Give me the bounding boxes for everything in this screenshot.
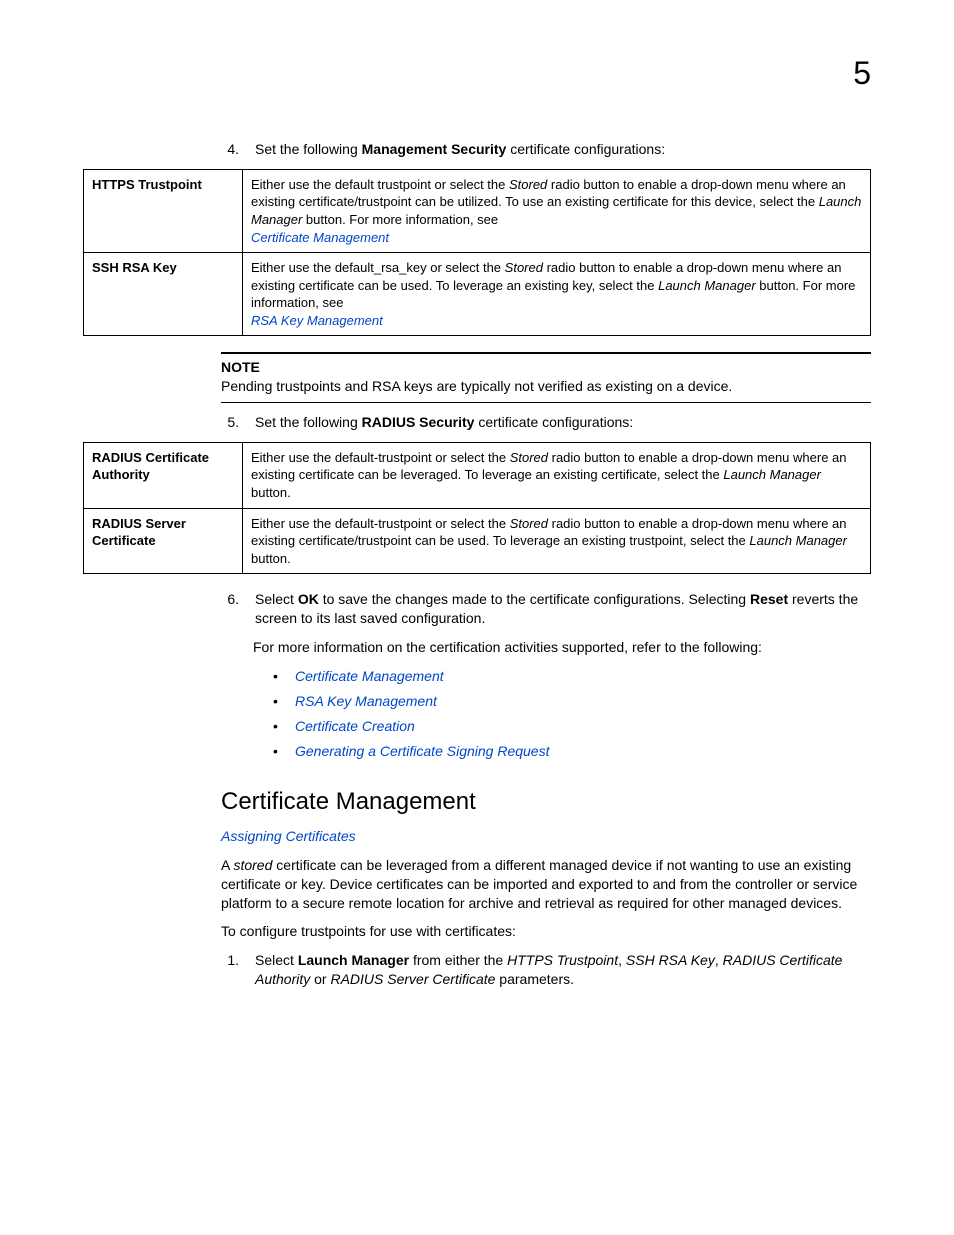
bold-text: OK [298,591,319,607]
italic-text: SSH RSA Key [626,952,715,968]
italic-text: HTTPS Trustpoint [507,952,618,968]
table-row: SSH RSA Key Either use the default_rsa_k… [84,253,871,336]
row-label: SSH RSA Key [84,253,243,336]
note-title: NOTE [221,358,871,377]
italic-text: stored [233,857,272,873]
row-desc: Either use the default-trustpoint or sel… [243,442,871,508]
text: certificate configurations: [474,414,633,430]
italic-text: Stored [505,260,543,275]
step-number: 5. [221,413,239,432]
step-text: Set the following RADIUS Security certif… [255,413,633,432]
text: Either use the default-trustpoint or sel… [251,450,510,465]
text: Select [255,952,298,968]
step-text: Select OK to save the changes made to th… [255,590,871,628]
section-heading: Certificate Management [221,786,871,818]
link-assigning-certificates[interactable]: Assigning Certificates [221,828,356,844]
italic-text: RADIUS Server Certificate [330,971,495,987]
step-text: Select Launch Manager from either the HT… [255,951,871,989]
bold-text: RADIUS Security [362,414,475,430]
page: 5 4. Set the following Management Securi… [0,0,954,1235]
link-certificate-creation[interactable]: Certificate Creation [295,718,415,734]
step-number: 1. [221,951,239,989]
list-item: Generating a Certificate Signing Request [273,742,871,761]
text: A [221,857,233,873]
step-cm-1: 1. Select Launch Manager from either the… [221,951,871,989]
step-6: 6. Select OK to save the changes made to… [221,590,871,628]
step-5: 5. Set the following RADIUS Security cer… [221,413,871,432]
text: Either use the default-trustpoint or sel… [251,516,510,531]
italic-text: Launch Manager [723,467,821,482]
text: button. [251,485,291,500]
row-label: RADIUS Server Certificate [84,508,243,574]
breadcrumb-link: Assigning Certificates [221,827,871,846]
italic-text: Stored [510,450,548,465]
text: Either use the default trustpoint or sel… [251,177,509,192]
text: Set the following [255,414,362,430]
step-number: 6. [221,590,239,628]
table-row: HTTPS Trustpoint Either use the default … [84,169,871,252]
note-body: Pending trustpoints and RSA keys are typ… [221,377,871,396]
list-item: Certificate Creation [273,717,871,736]
text: button. For more information, see [302,212,498,227]
text: parameters. [495,971,574,987]
bullet-list: Certificate Management RSA Key Managemen… [273,667,871,761]
chapter-number: 5 [853,52,871,95]
paragraph: A stored certificate can be leveraged fr… [221,856,871,913]
table-row: RADIUS Server Certificate Either use the… [84,508,871,574]
row-desc: Either use the default-trustpoint or sel… [243,508,871,574]
row-label: HTTPS Trustpoint [84,169,243,252]
link-certificate-management[interactable]: Certificate Management [295,668,444,684]
page-content: 4. Set the following Management Security… [83,140,871,989]
text: certificate can be leveraged from a diff… [221,857,857,911]
bold-text: Management Security [362,141,507,157]
text: button. [251,551,291,566]
link-rsa-key-management[interactable]: RSA Key Management [295,693,437,709]
link-certificate-management[interactable]: Certificate Management [251,230,389,245]
radius-security-table: RADIUS Certificate Authority Either use … [83,442,871,574]
step-number: 4. [221,140,239,159]
text: to save the changes made to the certific… [319,591,750,607]
italic-text: Stored [510,516,548,531]
link-rsa-key-management[interactable]: RSA Key Management [251,313,383,328]
bold-text: Launch Manager [298,952,409,968]
row-label: RADIUS Certificate Authority [84,442,243,508]
paragraph: To configure trustpoints for use with ce… [221,922,871,941]
paragraph: For more information on the certificatio… [253,638,871,657]
text: Set the following [255,141,362,157]
text: Either use the default_rsa_key or select… [251,260,505,275]
italic-text: Launch Manager [658,278,756,293]
row-desc: Either use the default_rsa_key or select… [243,253,871,336]
italic-text: Launch Manager [749,533,847,548]
italic-text: Stored [509,177,547,192]
text: , [618,952,626,968]
text: from either the [409,952,507,968]
text: Select [255,591,298,607]
text: certificate configurations: [506,141,665,157]
list-item: Certificate Management [273,667,871,686]
row-desc: Either use the default trustpoint or sel… [243,169,871,252]
bold-text: Reset [750,591,788,607]
table-row: RADIUS Certificate Authority Either use … [84,442,871,508]
management-security-table: HTTPS Trustpoint Either use the default … [83,169,871,336]
note: NOTE Pending trustpoints and RSA keys ar… [221,352,871,403]
step-text: Set the following Management Security ce… [255,140,665,159]
step-4: 4. Set the following Management Security… [221,140,871,159]
link-generating-csr[interactable]: Generating a Certificate Signing Request [295,743,549,759]
text: or [310,971,330,987]
list-item: RSA Key Management [273,692,871,711]
text: , [715,952,723,968]
